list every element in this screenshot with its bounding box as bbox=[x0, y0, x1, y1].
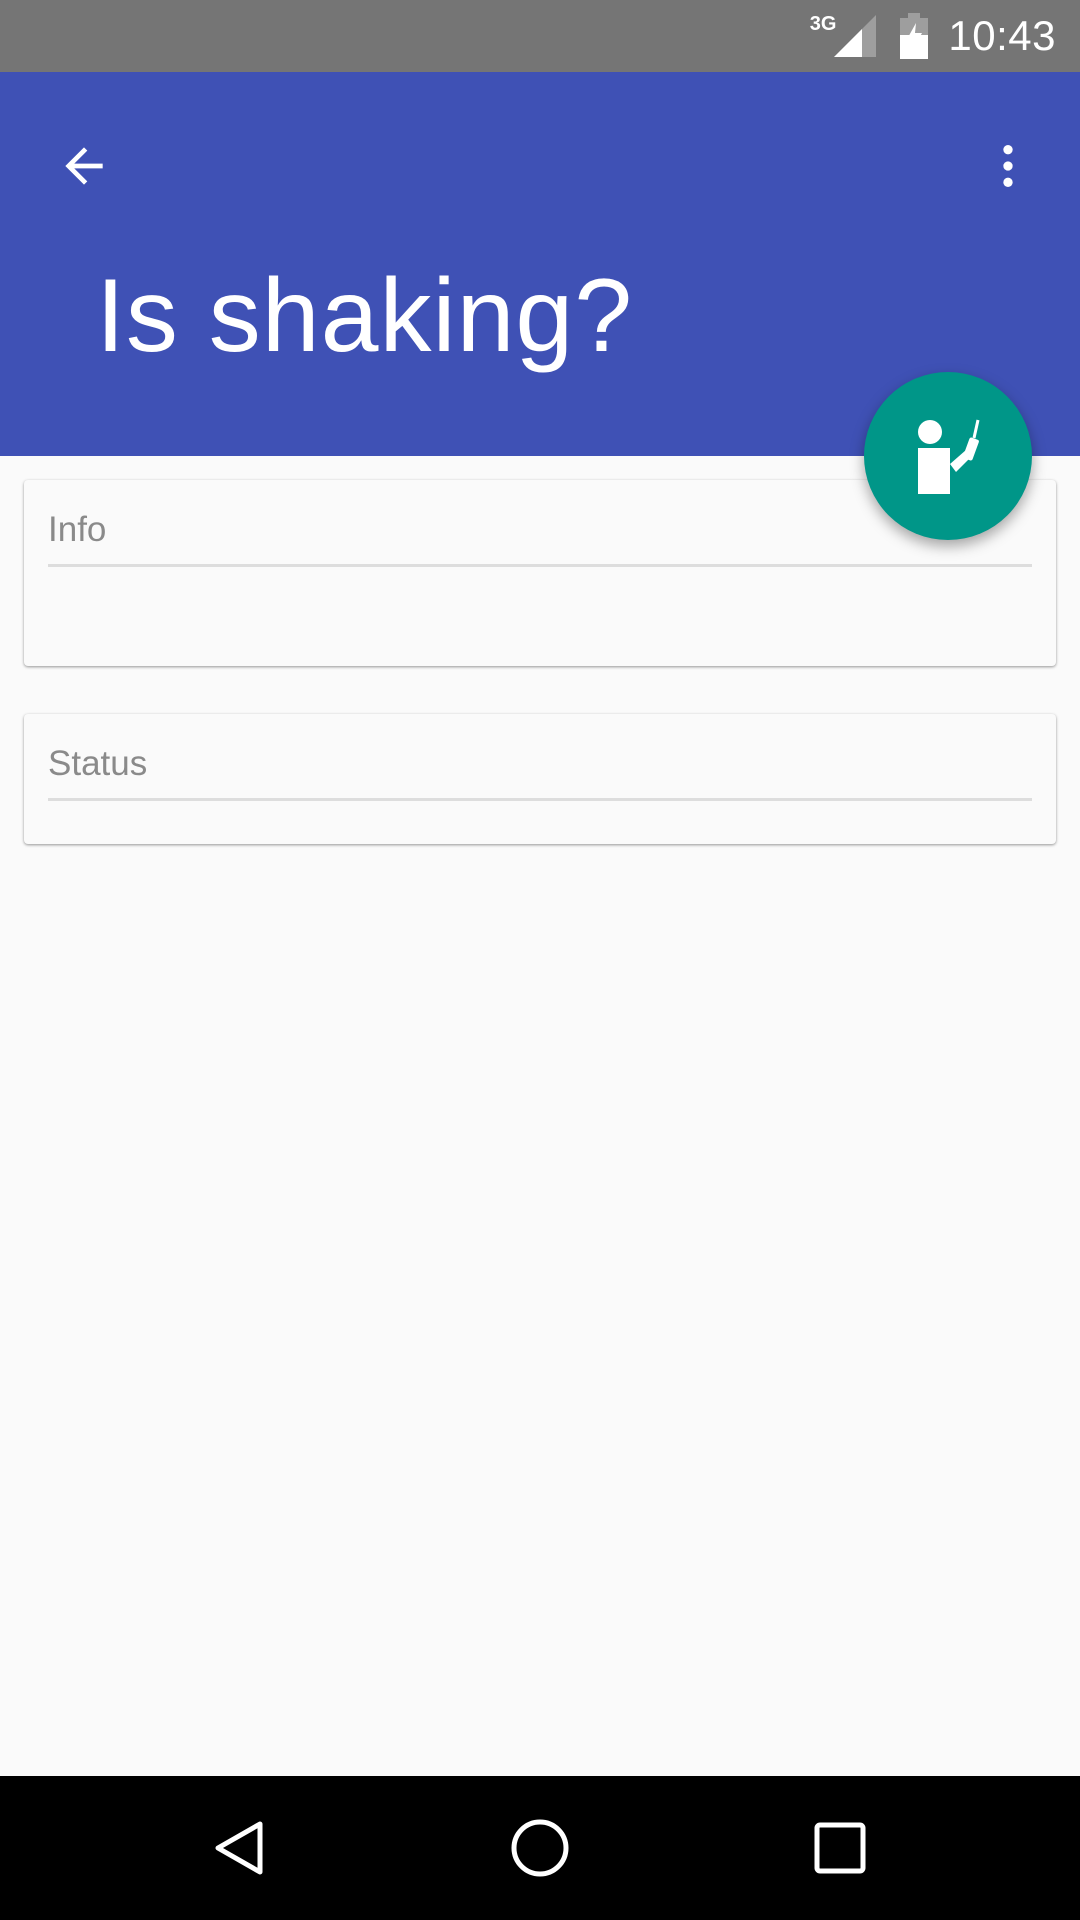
nav-home-button[interactable] bbox=[490, 1798, 590, 1898]
battery-charging-icon bbox=[900, 13, 929, 59]
arrow-back-icon bbox=[65, 147, 103, 185]
status-card-header: Status bbox=[48, 744, 1032, 801]
clock: 10:43 bbox=[948, 12, 1056, 59]
signal-icon bbox=[832, 15, 878, 57]
nav-back-button[interactable] bbox=[190, 1798, 290, 1898]
status-icons: 3G 10:43 bbox=[810, 0, 1056, 72]
status-bar: 3G 10:43 bbox=[0, 0, 1080, 72]
overflow-menu-button[interactable] bbox=[960, 118, 1056, 214]
navigation-bar bbox=[0, 1776, 1080, 1920]
person-with-phone-icon bbox=[918, 419, 980, 494]
network-type-label: 3G bbox=[809, 12, 837, 35]
more-vert-icon bbox=[1003, 145, 1013, 187]
nav-back-icon bbox=[215, 1821, 263, 1875]
page-title: Is shaking? bbox=[96, 258, 634, 374]
nav-recents-icon bbox=[814, 1822, 866, 1874]
nav-recents-button[interactable] bbox=[790, 1798, 890, 1898]
back-button[interactable] bbox=[36, 118, 132, 214]
status-card: Status bbox=[24, 714, 1056, 844]
shake-fab-button[interactable] bbox=[864, 372, 1032, 540]
info-card-header: Info bbox=[48, 510, 1032, 567]
nav-home-icon bbox=[511, 1819, 569, 1877]
